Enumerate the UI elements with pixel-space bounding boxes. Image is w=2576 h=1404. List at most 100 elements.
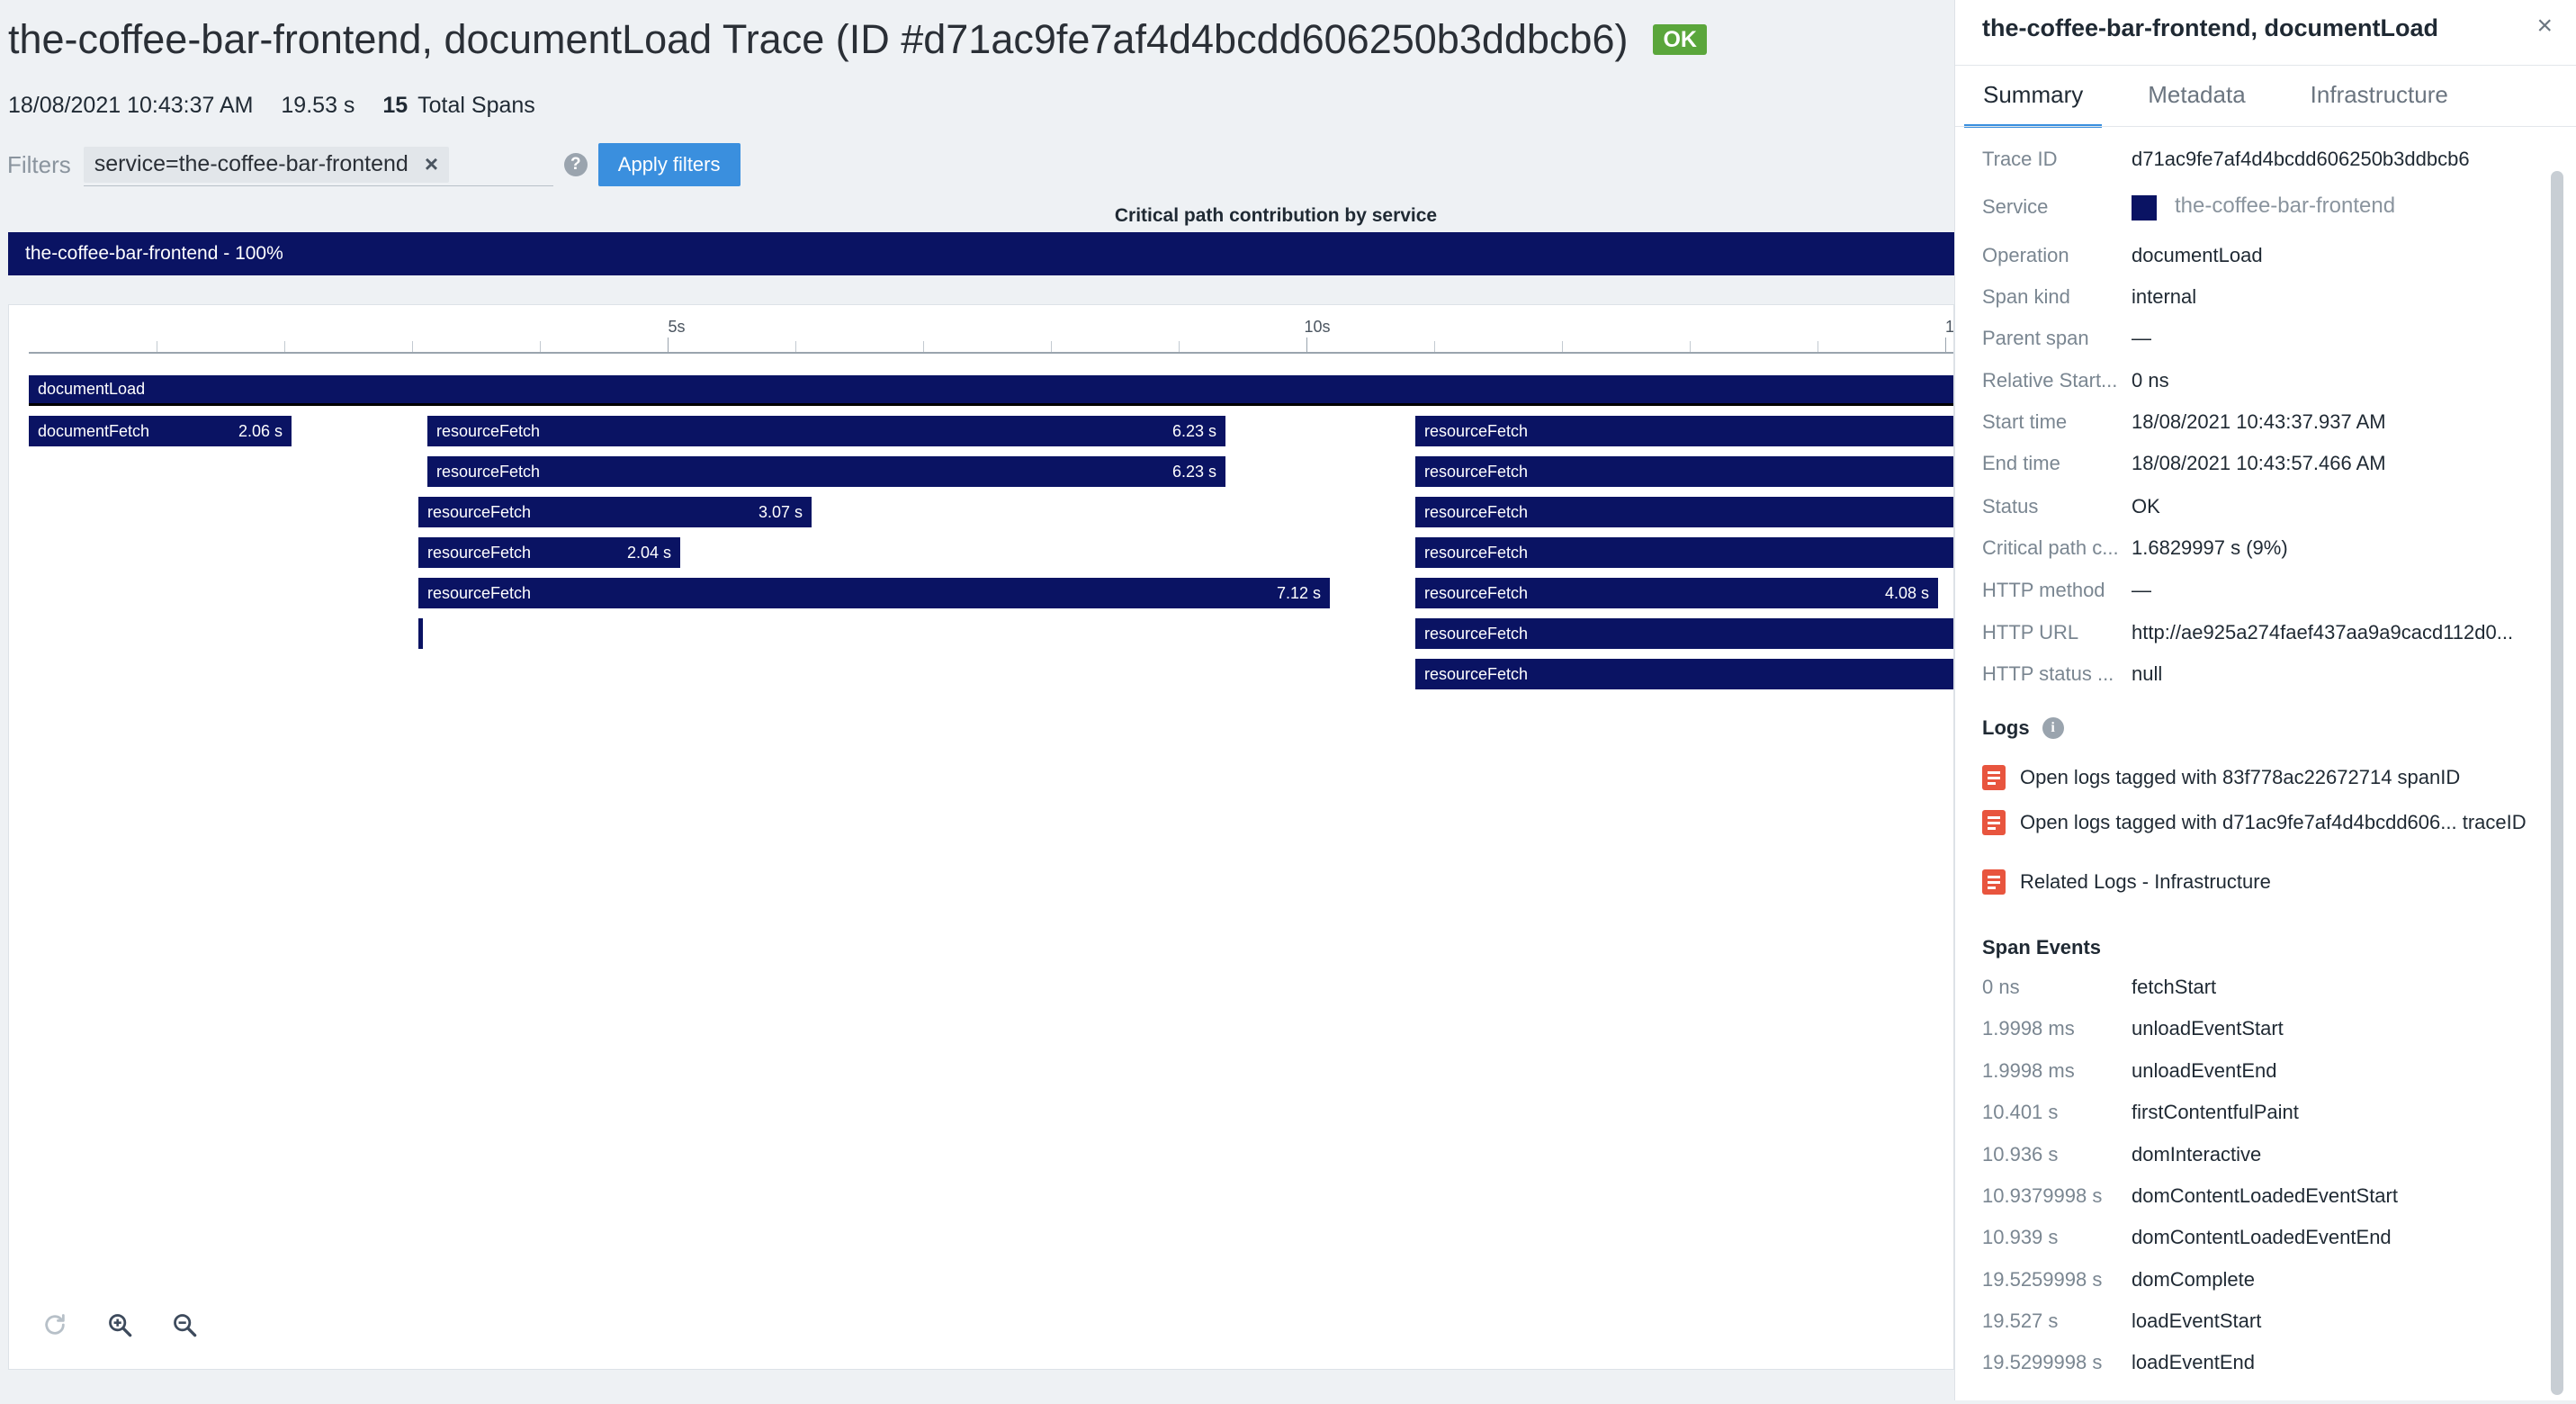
field-row: Start time 18/08/2021 10:43:37.937 AM (1982, 404, 2540, 440)
logs-section-title: Logs i (1982, 716, 2064, 740)
tab-metadata[interactable]: Metadata (2129, 68, 2264, 124)
trace-duration: 19.53 s (281, 93, 355, 118)
field-label: Start time (1982, 410, 2068, 433)
field-row: Trace ID d71ac9fe7af4d4bcdd606250b3ddbcb… (1982, 141, 2540, 177)
total-spans-label: Total Spans (417, 93, 535, 118)
field-row: Parent span — (1982, 320, 2540, 356)
help-icon[interactable]: ? (563, 153, 588, 176)
apply-filters-button[interactable]: Apply filters (597, 143, 740, 186)
axis-tick (1306, 338, 1307, 352)
span-bar[interactable]: resourceFetch (1415, 497, 1953, 527)
field-value: OK (2132, 495, 2160, 518)
axis-tick (1945, 338, 1946, 352)
critical-path-bar[interactable]: the-coffee-bar-frontend - 100% (8, 232, 1954, 275)
span-bar[interactable]: resourceFetch (1415, 537, 1953, 568)
span-bar[interactable]: resourceFetch (1415, 659, 1953, 689)
span-bar[interactable]: resourceFetch (1415, 618, 1953, 649)
field-label: End time (1982, 452, 2060, 474)
span-bar[interactable]: documentLoad (29, 375, 1953, 406)
related-logs-link[interactable]: Related Logs - Infrastructure (1982, 869, 2271, 895)
span-name: resourceFetch (1424, 543, 1529, 562)
tab-infrastructure[interactable]: Infrastructure (2292, 68, 2467, 124)
span-bar[interactable]: resourceFetch 3.07 s (418, 497, 812, 527)
span-event-row: 10.9379998 s domContentLoadedEventStart (1982, 1178, 2540, 1214)
zoom-in-icon[interactable] (106, 1311, 133, 1338)
close-icon[interactable]: × (2536, 11, 2553, 41)
span-bar[interactable]: resourceFetch 6.23 s (427, 416, 1225, 446)
axis-tick-label: 15 (1944, 318, 1954, 336)
critical-path-bar-label: the-coffee-bar-frontend - 100% (25, 243, 283, 264)
scrollbar[interactable] (2551, 171, 2563, 1395)
event-time: 10.401 s (1982, 1101, 2059, 1123)
filter-chip: service=the-coffee-bar-frontend × (83, 146, 450, 183)
axis-tick (1179, 341, 1180, 352)
span-bar[interactable]: resourceFetch 4.08 s (1415, 578, 1938, 608)
event-time: 10.939 s (1982, 1226, 2059, 1248)
field-value: — (2132, 579, 2151, 601)
span-duration: 3.07 s (758, 502, 803, 521)
span-bar[interactable] (418, 618, 423, 649)
status-badge: OK (1653, 24, 1707, 55)
field-value-service[interactable]: the-coffee-bar-frontend (2132, 194, 2395, 220)
event-time: 19.527 s (1982, 1310, 2059, 1332)
span-event-row: 0 ns fetchStart (1982, 969, 2540, 1005)
log-document-icon (1982, 765, 2006, 790)
detail-header: the-coffee-bar-frontend, documentLoad × (1955, 0, 2576, 66)
axis-tick (923, 341, 924, 352)
field-value: d71ac9fe7af4d4bcdd606250b3ddbcb6 (2132, 148, 2470, 170)
tab-summary[interactable]: Summary (1964, 68, 2103, 128)
field-value: internal (2132, 285, 2197, 308)
span-bar[interactable]: resourceFetch 2.04 s (418, 537, 680, 568)
span-bar[interactable]: resourceFetch (1415, 456, 1953, 487)
close-icon[interactable]: × (425, 150, 438, 178)
filter-chip-label: service=the-coffee-bar-frontend (94, 151, 408, 176)
field-value: 1.6829997 s (9%) (2132, 536, 2288, 559)
zoom-out-icon[interactable] (171, 1311, 198, 1338)
field-label: Relative Start... (1982, 369, 2118, 392)
span-duration: 2.04 s (626, 543, 671, 562)
refresh-icon[interactable] (41, 1311, 68, 1338)
event-name: fetchStart (2132, 976, 2217, 998)
span-duration: 6.23 s (1171, 421, 1216, 440)
zoom-controls (41, 1311, 198, 1338)
event-name: loadEventStart (2132, 1310, 2262, 1332)
open-trace-logs-link[interactable]: Open logs tagged with d71ac9fe7af4d4bcdd… (1982, 810, 2527, 835)
span-event-row: 19.5259998 s domComplete (1982, 1262, 2540, 1298)
span-name: documentLoad (38, 380, 146, 398)
filter-input[interactable]: service=the-coffee-bar-frontend × (83, 144, 553, 186)
event-name: domContentLoadedEventEnd (2132, 1226, 2392, 1248)
filters-label: Filters (7, 150, 71, 178)
trace-meta: 18/08/2021 10:43:37 AM 19.53 s 15 Total … (8, 93, 557, 119)
time-axis: 5s 10s 15 (29, 305, 1954, 357)
service-color-swatch (2132, 194, 2157, 220)
event-name: domContentLoadedEventStart (2132, 1184, 2398, 1207)
span-event-row: 1.9998 ms unloadEventEnd (1982, 1053, 2540, 1089)
event-name: domComplete (2132, 1268, 2255, 1291)
info-icon[interactable]: i (2042, 717, 2064, 739)
span-bar[interactable]: resourceFetch (1415, 416, 1953, 446)
field-row: End time 18/08/2021 10:43:57.466 AM (1982, 446, 2540, 482)
event-time: 19.5259998 s (1982, 1268, 2103, 1291)
trace-title-row: the-coffee-bar-frontend, documentLoad Tr… (8, 16, 1707, 63)
logs-title: Logs (1982, 716, 2030, 739)
open-span-logs-link[interactable]: Open logs tagged with 83f778ac22672714 s… (1982, 765, 2460, 790)
event-name: unloadEventEnd (2132, 1059, 2277, 1082)
event-time: 10.9379998 s (1982, 1184, 2103, 1207)
axis-tick-label: 10s (1304, 318, 1331, 336)
axis-tick-label: 5s (668, 318, 686, 336)
span-bar[interactable]: resourceFetch 6.23 s (427, 456, 1225, 487)
log-link-label: Open logs tagged with d71ac9fe7af4d4bcdd… (2020, 811, 2527, 833)
span-event-row: 19.527 s loadEventStart (1982, 1303, 2540, 1339)
event-name: firstContentfulPaint (2132, 1101, 2299, 1123)
service-link[interactable]: the-coffee-bar-frontend (2175, 194, 2395, 218)
span-name: resourceFetch (1424, 624, 1529, 643)
field-value: documentLoad (2132, 244, 2263, 266)
field-row: Critical path c... 1.6829997 s (9%) (1982, 530, 2540, 566)
span-bar[interactable]: resourceFetch 7.12 s (418, 578, 1330, 608)
log-link-label: Open logs tagged with 83f778ac22672714 s… (2020, 766, 2461, 788)
span-event-row: 10.936 s domInteractive (1982, 1137, 2540, 1173)
span-bar[interactable]: documentFetch 2.06 s (29, 416, 292, 446)
field-label: Operation (1982, 244, 2069, 266)
field-value: 0 ns (2132, 369, 2169, 392)
axis-tick (540, 341, 541, 352)
